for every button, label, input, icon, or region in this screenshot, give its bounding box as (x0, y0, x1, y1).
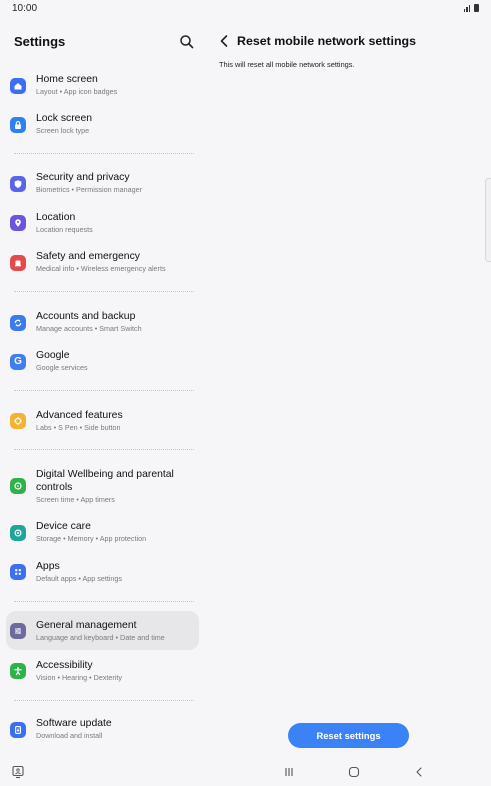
settings-item-title: Accounts and backup (36, 311, 136, 322)
settings-item-subtitle: Vision • Hearing • Dexterity (36, 673, 122, 682)
divider (14, 601, 194, 602)
settings-item-subtitle: Labs • S Pen • Side button (36, 423, 121, 432)
lock-icon (10, 117, 26, 133)
settings-item-title: Apps (36, 561, 60, 572)
divider (14, 700, 194, 701)
screenshot-icon[interactable] (11, 765, 25, 779)
settings-item-title: Safety and emergency (36, 251, 140, 262)
location-pin-icon (10, 215, 26, 231)
settings-item-subtitle: Screen time • App timers (36, 495, 115, 504)
side-panel-handle[interactable] (485, 178, 491, 262)
device-care-icon (10, 525, 26, 541)
settings-list-panel: Settings Home screen Layout • App icon b… (0, 18, 206, 760)
settings-item-title: Security and privacy (36, 172, 130, 183)
settings-item-title: Digital Wellbeing and parental controls (36, 469, 174, 493)
settings-item-safety-emergency[interactable]: Safety and emergency Medical info • Wire… (6, 247, 199, 277)
settings-item-subtitle: Language and keyboard • Date and time (36, 633, 165, 642)
settings-item-subtitle: Download and install (36, 731, 103, 740)
reset-description: This will reset all mobile network setti… (219, 60, 355, 69)
settings-item-accounts-backup[interactable]: Accounts and backup Manage accounts • Sm… (6, 307, 199, 337)
settings-item-advanced-features[interactable]: Advanced features Labs • S Pen • Side bu… (6, 406, 199, 436)
settings-item-subtitle: Medical info • Wireless emergency alerts (36, 264, 166, 273)
home-icon (10, 78, 26, 94)
settings-item-general-management[interactable]: General management Language and keyboard… (6, 611, 199, 650)
gear-plus-icon (10, 413, 26, 429)
page-title: Reset mobile network settings (237, 34, 417, 48)
settings-item-title: Device care (36, 521, 91, 532)
settings-item-title: Lock screen (36, 113, 93, 124)
divider (14, 390, 194, 391)
settings-item-apps[interactable]: Apps Default apps • App settings (6, 557, 199, 587)
settings-item-digital-wellbeing[interactable]: Digital Wellbeing and parental controls … (6, 466, 199, 508)
settings-item-subtitle: Screen lock type (36, 126, 90, 135)
settings-item-location[interactable]: Location Location requests (6, 208, 199, 238)
shield-icon (10, 176, 26, 192)
settings-item-title: Advanced features (36, 410, 123, 421)
apps-grid-icon (10, 564, 26, 580)
settings-item-subtitle: Location requests (36, 225, 93, 234)
reset-settings-button[interactable]: Reset settings (288, 723, 409, 748)
status-time: 10:00 (12, 3, 38, 14)
settings-item-home-screen[interactable]: Home screen Layout • App icon badges (6, 70, 199, 100)
divider (14, 291, 194, 292)
software-update-icon (10, 722, 26, 738)
settings-item-title: Location (36, 212, 76, 223)
settings-item-title: General management (36, 620, 137, 631)
divider (14, 153, 194, 154)
settings-item-title: Software update (36, 718, 112, 729)
battery-icon (474, 4, 479, 12)
settings-item-subtitle: Manage accounts • Smart Switch (36, 324, 142, 333)
emergency-icon (10, 255, 26, 271)
google-icon: G (10, 354, 26, 370)
settings-item-security-privacy[interactable]: Security and privacy Biometrics • Permis… (6, 169, 199, 199)
search-icon[interactable] (178, 33, 196, 51)
status-bar: 10:00 (0, 0, 491, 18)
sliders-icon (10, 623, 26, 639)
settings-item-subtitle: Default apps • App settings (36, 574, 123, 583)
wellbeing-icon (10, 478, 26, 494)
settings-item-lock-screen[interactable]: Lock screen Screen lock type (6, 110, 199, 140)
settings-item-software-update[interactable]: Software update Download and install (6, 715, 199, 745)
back-nav-icon[interactable] (412, 765, 426, 779)
sync-icon (10, 315, 26, 331)
accessibility-icon (10, 663, 26, 679)
status-icons (463, 4, 479, 12)
settings-item-subtitle: Google services (36, 363, 88, 372)
settings-item-title: Accessibility (36, 660, 93, 671)
settings-item-title: Home screen (36, 74, 98, 85)
recent-apps-icon[interactable] (282, 765, 296, 779)
settings-item-device-care[interactable]: Device care Storage • Memory • App prote… (6, 518, 199, 548)
navigation-bar (0, 760, 491, 786)
detail-panel: Reset mobile network settings This will … (206, 18, 491, 760)
divider (14, 449, 194, 450)
settings-item-accessibility[interactable]: Accessibility Vision • Hearing • Dexteri… (6, 656, 199, 686)
settings-item-title: Google (36, 350, 70, 361)
settings-header: Settings (0, 18, 206, 62)
settings-title: Settings (14, 34, 66, 49)
back-arrow-icon[interactable] (216, 32, 232, 50)
home-nav-icon[interactable] (347, 765, 361, 779)
settings-item-google[interactable]: G Google Google services (6, 347, 199, 377)
settings-item-subtitle: Storage • Memory • App protection (36, 534, 147, 543)
settings-item-subtitle: Layout • App icon badges (36, 87, 118, 96)
signal-icon (463, 4, 470, 12)
settings-item-subtitle: Biometrics • Permission manager (36, 185, 142, 194)
